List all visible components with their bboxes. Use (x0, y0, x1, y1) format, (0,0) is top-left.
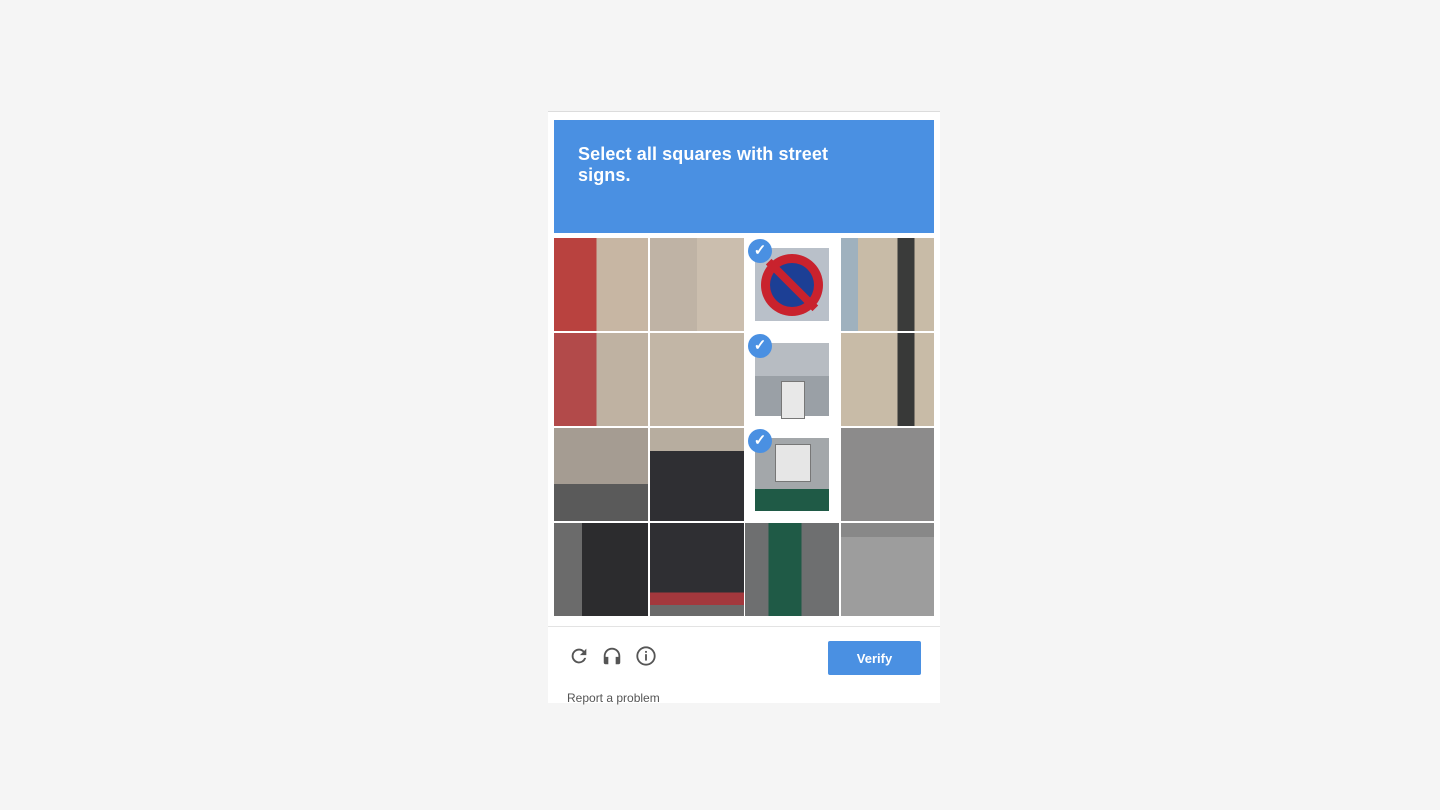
captcha-widget: Select all squares with street signs. ✓ … (548, 111, 940, 705)
captcha-footer: Report a problem Verify (548, 626, 940, 705)
tile-r3-c4[interactable] (841, 428, 934, 521)
headphones-icon[interactable] (599, 645, 625, 671)
tile-r3-c2[interactable] (650, 428, 744, 521)
tile-r4-c1[interactable] (554, 523, 648, 616)
tile-r3-c3-selected[interactable]: ✓ (745, 428, 839, 521)
tile-r4-c2[interactable] (650, 523, 744, 616)
verify-button[interactable]: Verify (828, 641, 921, 675)
tile-r2-c3-selected[interactable]: ✓ (745, 333, 839, 426)
no-parking-sign (761, 253, 823, 316)
report-problem-link[interactable]: Report a problem (567, 691, 660, 705)
tile-r4-c3[interactable] (745, 523, 839, 616)
image-grid: ✓ ✓ ✓ (554, 238, 934, 618)
info-icon[interactable] (633, 645, 659, 671)
tile-r4-c4[interactable] (841, 523, 934, 616)
reload-icon[interactable] (566, 645, 592, 671)
tile-r3-c1[interactable] (554, 428, 648, 521)
tile-r2-c2[interactable] (650, 333, 744, 426)
arrow-sign (775, 444, 811, 482)
checkmark-icon: ✓ (748, 334, 772, 358)
checkmark-icon: ✓ (748, 429, 772, 453)
tile-r1-c2[interactable] (650, 238, 744, 331)
tow-away-sign (781, 381, 805, 419)
tile-r1-c4[interactable] (841, 238, 934, 331)
instruction-target: signs. (578, 165, 631, 185)
tile-r2-c1[interactable] (554, 333, 648, 426)
tile-r2-c4[interactable] (841, 333, 934, 426)
tile-r1-c1[interactable] (554, 238, 648, 331)
instructions-header: Select all squares with street signs. (554, 120, 934, 233)
checkmark-icon: ✓ (748, 239, 772, 263)
tile-r1-c3-selected[interactable]: ✓ (745, 238, 839, 331)
instruction-text: Select all squares with street (578, 144, 829, 164)
